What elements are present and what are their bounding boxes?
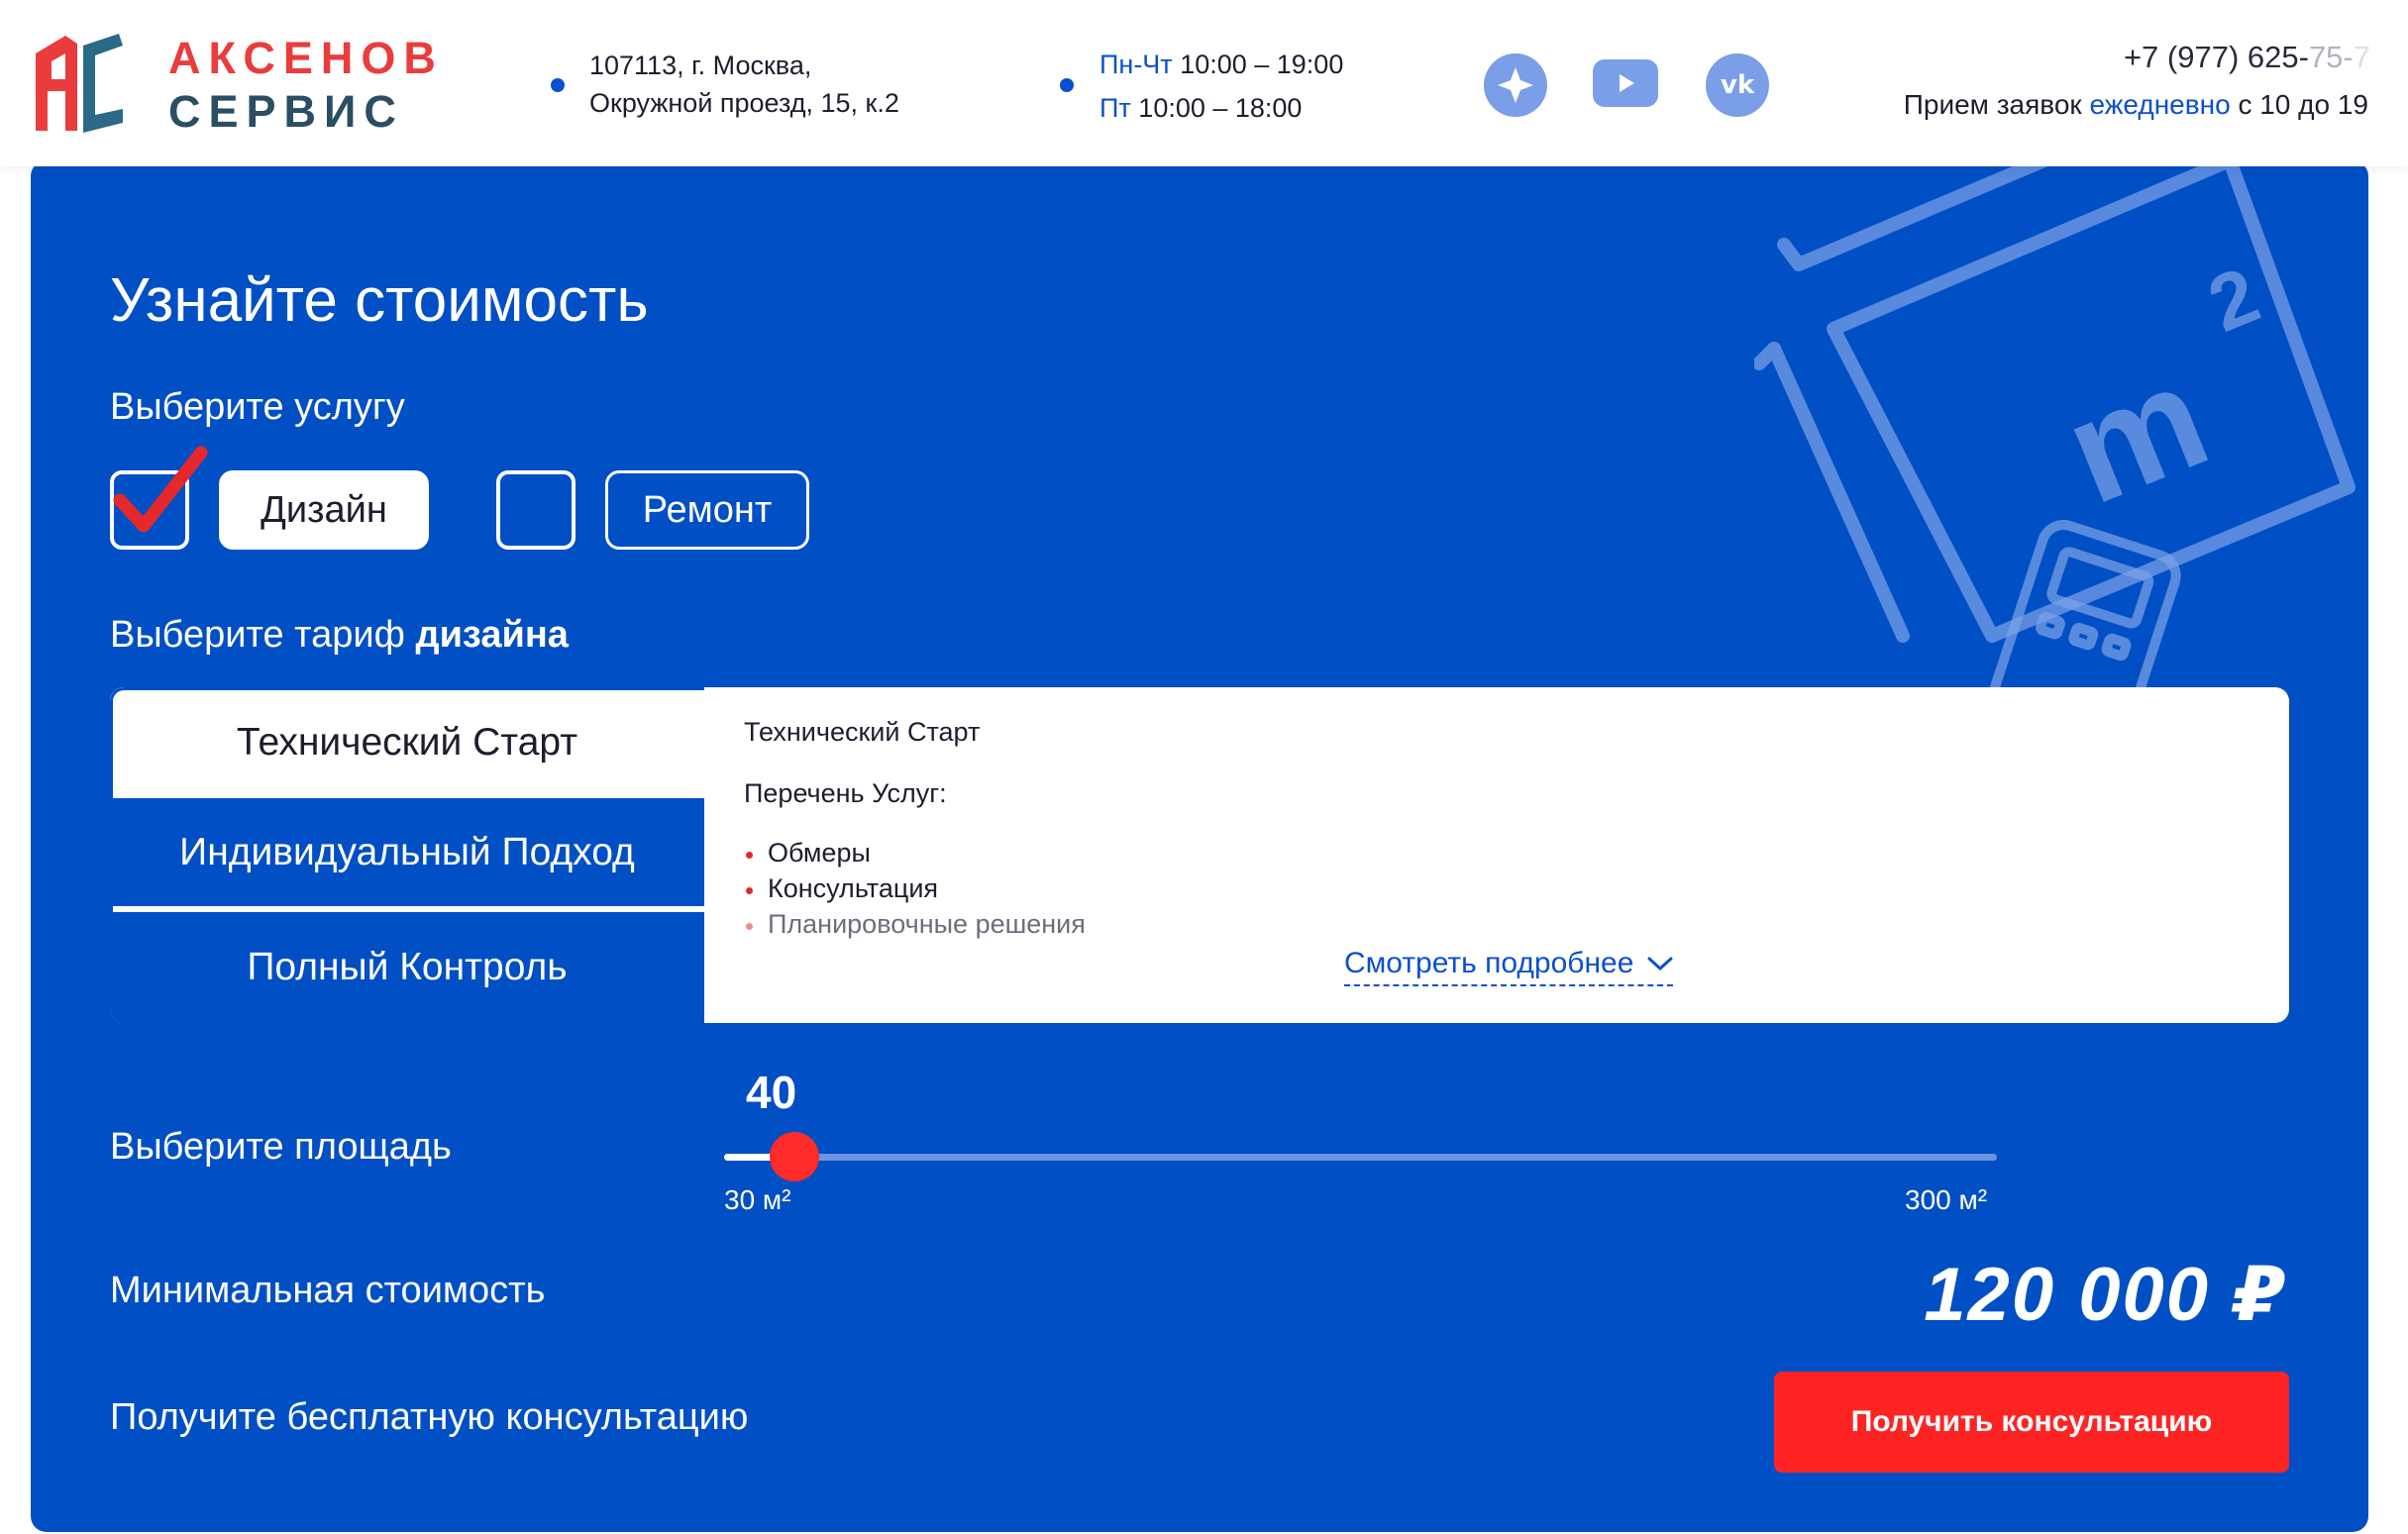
desc-subtitle: Перечень Услуг: [744, 778, 947, 808]
service-label: Выберите услугу [110, 386, 405, 428]
tariff-label-bold: дизайна [415, 614, 569, 656]
section-title: Узнайте стоимость [110, 266, 649, 335]
address-line2: Окружной проезд, 15, к.2 [589, 88, 899, 118]
logo-icon[interactable] [28, 32, 127, 135]
repair-checkbox[interactable] [496, 470, 576, 550]
tab-technical-start[interactable]: Технический Старт [110, 687, 704, 798]
checkmark-icon [113, 446, 208, 533]
tab-individual-approach[interactable]: Индивидуальный Подход [110, 798, 704, 909]
svg-text:m: m [2043, 332, 2229, 536]
area-label: Выберите площадь [110, 1126, 452, 1168]
services-list: Обмеры Консультация Планировочные решени… [744, 835, 1086, 942]
chevron-down-icon [1647, 957, 1673, 972]
area-min-label: 30 м² [724, 1184, 791, 1215]
tariff-description: Технический Старт Перечень Услуг: Обмеры… [744, 717, 1086, 942]
area-slider-track[interactable] [724, 1154, 1997, 1161]
service-design-button[interactable]: Дизайн [219, 470, 429, 550]
list-item: Планировочные решения [744, 906, 1086, 942]
tariff-box: Технический Старт Индивидуальный Подход … [110, 687, 2289, 1023]
service-repair-button[interactable]: Ремонт [605, 470, 809, 550]
hours-time-2: 10:00 – 18:00 [1138, 93, 1303, 123]
desc-title: Технический Старт [744, 717, 981, 747]
working-hours: Пн-Чт 10:00 – 19:00 Пт 10:00 – 18:00 [1099, 43, 1343, 130]
vk-icon[interactable]: vk [1706, 53, 1769, 117]
consult-label: Получите бесплатную консультацию [110, 1396, 749, 1438]
svg-text:2: 2 [2197, 251, 2271, 349]
youtube-icon[interactable] [1593, 59, 1658, 107]
address-dot-icon [551, 78, 565, 92]
tab-full-control[interactable]: Полный Контроль [110, 912, 704, 1023]
accept-schedule: Прием заявок ежедневно с 10 до 19 [1904, 89, 2368, 121]
area-slider-thumb[interactable] [769, 1132, 819, 1181]
phone-fade: 75- [2308, 40, 2354, 74]
phone-main: +7 (977) 625- [2123, 40, 2309, 74]
address: 107113, г. Москва, Окружной проезд, 15, … [589, 47, 899, 122]
address-line1: 107113, г. Москва, [589, 51, 812, 80]
tariff-label: Выберите тариф дизайна [110, 614, 569, 657]
area-value: 40 [746, 1067, 797, 1118]
tariff-label-pre: Выберите тариф [110, 614, 416, 656]
hours-dot-icon [1060, 78, 1074, 92]
get-consultation-button[interactable]: Получить консультацию [1774, 1372, 2289, 1473]
calculator-panel: m 2 Узнайте стоимость Выберите услугу Ди… [31, 160, 2368, 1532]
area-measure-decoration-icon: m 2 [1754, 160, 2356, 715]
hours-days-2: Пт [1099, 93, 1131, 123]
min-cost-label: Минимальная стоимость [110, 1270, 546, 1311]
accept-post: с 10 до 19 [2230, 89, 2368, 120]
phone-fade2: 7 [2353, 40, 2370, 74]
accept-accent: ежедневно [2089, 89, 2231, 120]
see-more-label: Смотреть подробнее [1344, 947, 1634, 979]
accept-pre: Прием заявок [1903, 89, 2090, 120]
hours-days-1: Пн-Чт [1099, 50, 1173, 79]
phone-number[interactable]: +7 (977) 625-75-7 [2124, 40, 2370, 75]
price-value: 120 000 ₽ [1924, 1253, 2287, 1337]
logo-line2: СЕРВИС [168, 86, 404, 137]
hours-time-1: 10:00 – 19:00 [1180, 50, 1344, 79]
see-more-link[interactable]: Смотреть подробнее [1344, 947, 1674, 986]
list-item: Обмеры [744, 835, 1086, 870]
logo-text[interactable]: АКСЕНОВ СЕРВИС [168, 32, 444, 139]
design-checkbox[interactable] [110, 446, 208, 550]
logo-line1: АКСЕНОВ [168, 33, 444, 83]
compass-icon[interactable] [1484, 53, 1547, 117]
list-item: Консультация [744, 870, 1086, 906]
site-header: АКСЕНОВ СЕРВИС 107113, г. Москва, Окружн… [0, 0, 2408, 166]
area-max-label: 300 м² [1905, 1184, 1988, 1215]
